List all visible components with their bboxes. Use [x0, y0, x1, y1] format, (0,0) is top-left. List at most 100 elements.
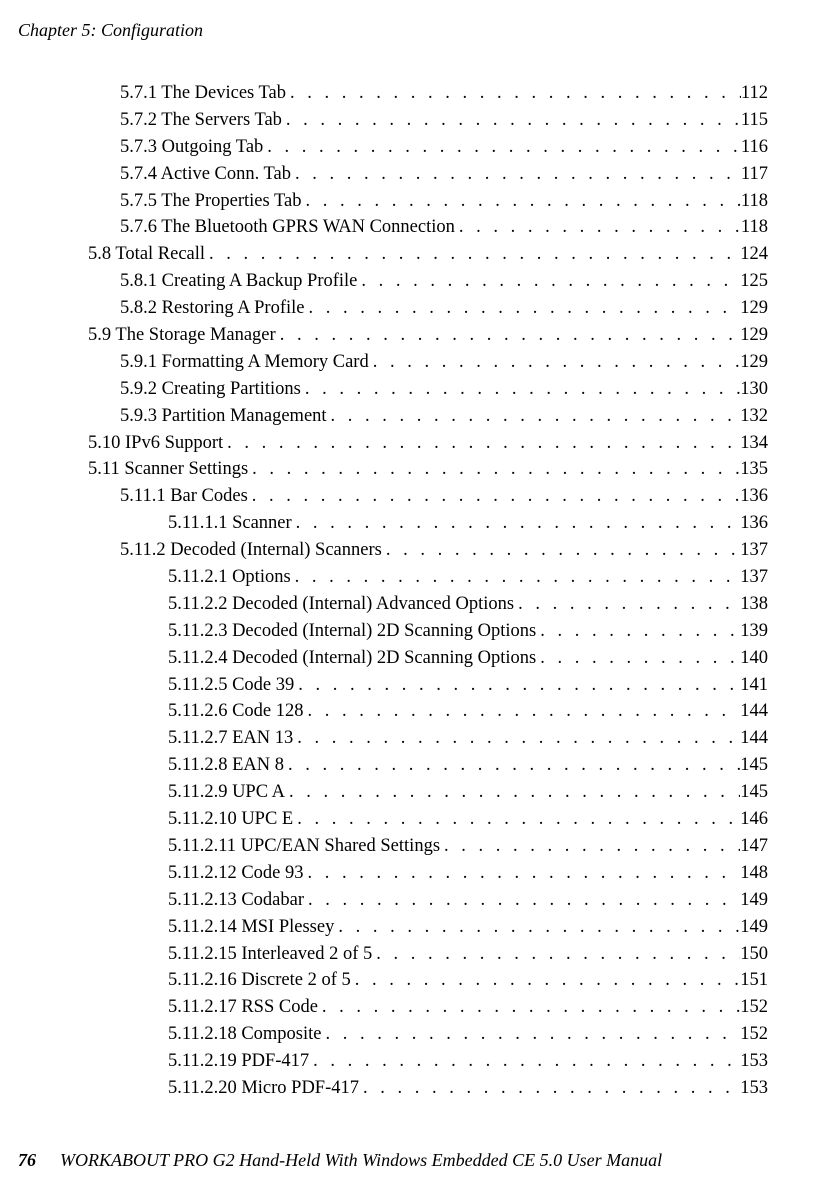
toc-entry-page: 153: [740, 1076, 768, 1102]
toc-entry-label: 5.7.4 Active Conn. Tab: [120, 162, 291, 188]
toc-entry: 5.11.2.8 EAN 8 145: [88, 753, 768, 779]
toc-entry: 5.11.2.16 Discrete 2 of 5151: [88, 968, 768, 994]
toc-entry: 5.11.2.9 UPC A 145: [88, 780, 768, 806]
toc-entry-label: 5.11.2.12 Code 93: [168, 861, 304, 887]
toc-leader-dots: [372, 942, 740, 968]
toc-leader-dots: [359, 1076, 740, 1102]
toc-leader-dots: [285, 780, 740, 806]
toc-entry-label: 5.11.2.11 UPC/EAN Shared Settings: [168, 834, 440, 860]
toc-leader-dots: [305, 296, 741, 322]
toc-entry-page: 112: [741, 81, 768, 107]
toc-entry: 5.11.2.19 PDF-417153: [88, 1049, 768, 1075]
toc-entry-page: 145: [740, 753, 768, 779]
toc-entry-label: 5.9.1 Formatting A Memory Card: [120, 350, 369, 376]
toc-entry: 5.11.2.2 Decoded (Internal) Advanced Opt…: [88, 592, 768, 618]
book-title: WORKABOUT PRO G2 Hand-Held With Windows …: [60, 1150, 662, 1170]
toc-entry-page: 118: [741, 215, 768, 241]
toc-entry: 5.9.3 Partition Management132: [88, 404, 768, 430]
toc-leader-dots: [292, 511, 741, 537]
toc-entry: 5.10 IPv6 Support134: [88, 431, 768, 457]
toc-leader-dots: [536, 619, 740, 645]
toc-leader-dots: [248, 484, 740, 510]
toc-leader-dots: [301, 377, 740, 403]
toc-entry: 5.9 The Storage Manager129: [88, 323, 768, 349]
toc-entry-page: 148: [740, 861, 768, 887]
toc: 5.7.1 The Devices Tab 112 5.7.2 The Server…: [88, 80, 768, 1103]
toc-leader-dots: [291, 162, 741, 188]
toc-entry-label: 5.11.2.18 Composite: [168, 1022, 321, 1048]
running-header: Chapter 5: Configuration: [18, 18, 203, 43]
toc-entry-page: 149: [740, 915, 768, 941]
toc-entry-label: 5.11.1 Bar Codes: [120, 484, 248, 510]
toc-entry: 5.11.2.20 Micro PDF-417 153: [88, 1076, 768, 1102]
toc-leader-dots: [369, 350, 741, 376]
toc-entry-label: 5.11.2.15 Interleaved 2 of 5: [168, 942, 372, 968]
toc-entry-page: 137: [740, 538, 768, 564]
page-number: 76: [18, 1150, 36, 1170]
toc-entry-page: 118: [741, 189, 768, 215]
toc-leader-dots: [334, 915, 740, 941]
toc-entry-label: 5.11.2.13 Codabar: [168, 888, 304, 914]
toc-entry: 5.11.2.6 Code 128144: [88, 699, 768, 725]
toc-entry-page: 152: [740, 995, 768, 1021]
toc-entry-page: 145: [740, 780, 768, 806]
toc-entry-label: 5.11.2.3 Decoded (Internal) 2D Scanning …: [168, 619, 536, 645]
toc-entry-label: 5.11.2.17 RSS Code: [168, 995, 318, 1021]
toc-leader-dots: [291, 565, 741, 591]
toc-entry: 5.11.2.5 Code 39141: [88, 673, 768, 699]
toc-entry-page: 129: [740, 323, 768, 349]
toc-entry-label: 5.11.2.20 Micro PDF-417: [168, 1076, 359, 1102]
toc-entry: 5.11.2.18 Composite152: [88, 1022, 768, 1048]
toc-entry-label: 5.8.2 Restoring A Profile: [120, 296, 305, 322]
toc-entry-label: 5.11 Scanner Settings: [88, 457, 248, 483]
toc-entry-label: 5.7.3 Outgoing Tab: [120, 135, 263, 161]
toc-entry-page: 135: [740, 457, 768, 483]
toc-entry-page: 141: [740, 673, 768, 699]
toc-entry: 5.11.2.12 Code 93 148: [88, 861, 768, 887]
toc-entry-page: 117: [741, 162, 768, 188]
toc-entry-label: 5.11.2.4 Decoded (Internal) 2D Scanning …: [168, 646, 536, 672]
toc-entry-page: 146: [740, 807, 768, 833]
toc-entry-label: 5.11.2.8 EAN 8: [168, 753, 284, 779]
toc-entry: 5.8 Total Recall124: [88, 242, 768, 268]
toc-entry: 5.11.2.14 MSI Plessey149: [88, 915, 768, 941]
toc-entry-label: 5.7.5 The Properties Tab: [120, 189, 301, 215]
toc-leader-dots: [304, 888, 740, 914]
page-container: Chapter 5: Configuration 5.7.1 The Devic…: [0, 0, 832, 1193]
toc-entry-label: 5.11.2.1 Options: [168, 565, 291, 591]
toc-entry-page: 130: [740, 377, 768, 403]
toc-entry: 5.9.1 Formatting A Memory Card 129: [88, 350, 768, 376]
toc-entry: 5.7.3 Outgoing Tab 116: [88, 135, 768, 161]
toc-entry-page: 115: [741, 108, 768, 134]
toc-entry: 5.11.2.17 RSS Code 152: [88, 995, 768, 1021]
toc-leader-dots: [301, 189, 740, 215]
toc-entry-label: 5.11.2.9 UPC A: [168, 780, 285, 806]
toc-entry-page: 129: [740, 350, 768, 376]
toc-entry-label: 5.8 Total Recall: [88, 242, 205, 268]
toc-entry-label: 5.7.6 The Bluetooth GPRS WAN Connection: [120, 215, 455, 241]
toc-entry: 5.7.4 Active Conn. Tab 117: [88, 162, 768, 188]
toc-entry: 5.11.2.3 Decoded (Internal) 2D Scanning …: [88, 619, 768, 645]
toc-leader-dots: [293, 726, 740, 752]
toc-entry: 5.11.2.10 UPC E 146: [88, 807, 768, 833]
toc-leader-dots: [536, 646, 740, 672]
toc-entry-page: 116: [741, 135, 768, 161]
toc-entry-page: 151: [740, 968, 768, 994]
toc-entry-page: 149: [740, 888, 768, 914]
toc-entry-label: 5.7.2 The Servers Tab: [120, 108, 282, 134]
toc-entry-label: 5.11.2.19 PDF-417: [168, 1049, 309, 1075]
toc-entry: 5.7.6 The Bluetooth GPRS WAN Connection 1…: [88, 215, 768, 241]
toc-leader-dots: [440, 834, 740, 860]
toc-entry-label: 5.11.2.10 UPC E: [168, 807, 293, 833]
toc-entry-label: 5.7.1 The Devices Tab: [120, 81, 286, 107]
toc-entry-page: 150: [740, 942, 768, 968]
page-footer: 76 WORKABOUT PRO G2 Hand-Held With Window…: [18, 1148, 662, 1173]
toc-entry-label: 5.10 IPv6 Support: [88, 431, 223, 457]
toc-leader-dots: [318, 995, 740, 1021]
toc-leader-dots: [263, 135, 741, 161]
toc-leader-dots: [223, 431, 740, 457]
toc-leader-dots: [282, 108, 741, 134]
toc-entry: 5.8.2 Restoring A Profile129: [88, 296, 768, 322]
toc-entry-label: 5.11.1.1 Scanner: [168, 511, 292, 537]
toc-entry-page: 147: [740, 834, 768, 860]
